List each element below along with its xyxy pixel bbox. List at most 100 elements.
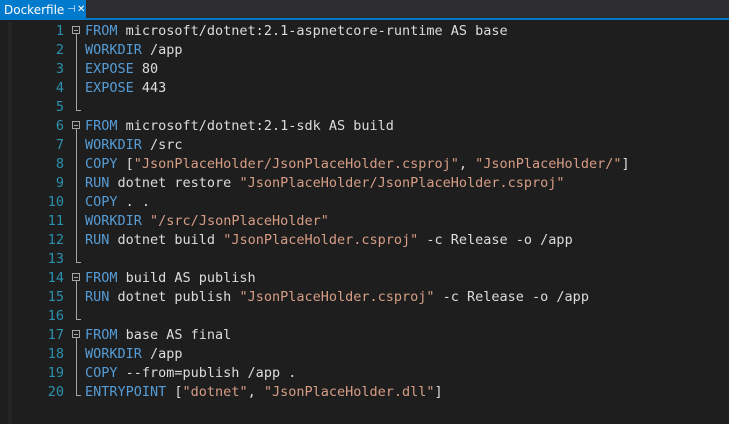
keyword-token: RUN bbox=[85, 175, 110, 191]
line-number: 11 bbox=[47, 213, 64, 229]
keyword-token: WORKDIR bbox=[85, 213, 142, 229]
text-token: [ bbox=[166, 384, 183, 400]
outline-guide bbox=[76, 212, 77, 231]
code-line[interactable]: 3 EXPOSE 80 bbox=[0, 60, 729, 79]
collapse-icon[interactable] bbox=[72, 330, 80, 338]
text-token: base AS final bbox=[117, 327, 232, 343]
code-text: COPY --from=publish /app . bbox=[85, 364, 296, 383]
outline-guide bbox=[76, 136, 77, 155]
keyword-token: ENTRYPOINT bbox=[85, 384, 167, 400]
collapse-icon[interactable] bbox=[72, 273, 80, 281]
text-token: /src bbox=[141, 137, 183, 153]
outline-guide bbox=[76, 345, 77, 364]
keyword-token: RUN bbox=[85, 232, 110, 248]
keyword-token: COPY bbox=[85, 194, 118, 210]
code-text: EXPOSE 80 bbox=[85, 60, 158, 79]
code-line[interactable]: 4 EXPOSE 443 bbox=[0, 79, 729, 98]
line-number: 12 bbox=[47, 232, 64, 248]
line-number: 4 bbox=[55, 80, 64, 96]
outline-guide-end bbox=[76, 319, 81, 320]
keyword-token: EXPOSE bbox=[85, 80, 134, 96]
outline-guide bbox=[76, 129, 77, 136]
text-token: , bbox=[247, 384, 264, 400]
line-number: 1 bbox=[55, 23, 64, 39]
outline-guide bbox=[76, 288, 77, 307]
text-token: --from=publish /app . bbox=[117, 365, 297, 381]
code-line[interactable]: 17 FROM base AS final bbox=[0, 326, 729, 345]
outline-guide bbox=[76, 307, 77, 319]
tab-dockerfile[interactable]: Dockerfile ⊣ ✕ bbox=[0, 0, 86, 20]
line-number: 10 bbox=[47, 194, 64, 210]
outline-guide bbox=[76, 364, 77, 383]
outline-guide-end bbox=[76, 110, 81, 111]
line-number: 9 bbox=[55, 175, 64, 191]
string-token: "JsonPlaceHolder/" bbox=[475, 156, 622, 172]
code-text: FROM microsoft/dotnet:2.1-sdk AS build bbox=[85, 117, 394, 136]
code-text: WORKDIR /src bbox=[85, 136, 183, 155]
line-number: 5 bbox=[55, 99, 64, 115]
code-line[interactable]: 14 FROM build AS publish bbox=[0, 269, 729, 288]
line-number: 6 bbox=[55, 118, 64, 134]
code-editor[interactable]: 1 FROM microsoft/dotnet:2.1-aspnetcore-ru… bbox=[0, 22, 729, 424]
string-token: "JsonPlaceHolder.csproj" bbox=[239, 289, 435, 305]
text-token: microsoft/dotnet:2.1-sdk AS build bbox=[117, 118, 394, 134]
keyword-token: WORKDIR bbox=[85, 346, 142, 362]
code-line[interactable]: 8 COPY ["JsonPlaceHolder/JsonPlaceHolder.… bbox=[0, 155, 729, 174]
tab-title: Dockerfile bbox=[4, 3, 65, 17]
outline-guide bbox=[76, 250, 77, 262]
code-line[interactable]: 6 FROM microsoft/dotnet:2.1-sdk AS build bbox=[0, 117, 729, 136]
code-line[interactable]: 7 WORKDIR /src bbox=[0, 136, 729, 155]
outline-guide-end bbox=[76, 395, 81, 396]
text-token: , bbox=[458, 156, 476, 172]
code-text: FROM microsoft/dotnet:2.1-aspnetcore-run… bbox=[85, 22, 508, 41]
text-token: ] bbox=[434, 384, 443, 400]
outline-guide bbox=[76, 174, 77, 193]
code-text: EXPOSE 443 bbox=[85, 79, 166, 98]
line-number: 3 bbox=[55, 61, 64, 77]
text-token: dotnet restore bbox=[109, 175, 240, 191]
code-line[interactable]: 18 WORKDIR /app bbox=[0, 345, 729, 364]
collapse-icon[interactable] bbox=[72, 121, 80, 129]
pin-icon[interactable]: ⊣ bbox=[67, 0, 77, 20]
code-text: ENTRYPOINT ["dotnet", "JsonPlaceHolder.d… bbox=[85, 383, 443, 402]
line-number: 8 bbox=[55, 156, 64, 172]
string-token: "JsonPlaceHolder.csproj" bbox=[223, 232, 419, 248]
keyword-token: FROM bbox=[85, 327, 118, 343]
outline-guide bbox=[76, 60, 77, 79]
code-line[interactable]: 1 FROM microsoft/dotnet:2.1-aspnetcore-ru… bbox=[0, 22, 729, 41]
code-text: WORKDIR "/src/JsonPlaceHolder" bbox=[85, 212, 329, 231]
line-number: 13 bbox=[47, 251, 64, 267]
code-line[interactable]: 10 COPY . . bbox=[0, 193, 729, 212]
code-line[interactable]: 9 RUN dotnet restore "JsonPlaceHolder/Jso… bbox=[0, 174, 729, 193]
text-token: 443 bbox=[133, 80, 167, 96]
code-text: COPY . . bbox=[85, 193, 150, 212]
code-text: RUN dotnet publish "JsonPlaceHolder.cspr… bbox=[85, 288, 589, 307]
close-icon[interactable]: ✕ bbox=[77, 0, 86, 20]
collapse-icon[interactable] bbox=[72, 26, 80, 34]
document-tab-bar: Dockerfile ⊣ ✕ bbox=[0, 0, 729, 20]
code-line[interactable]: 20 ENTRYPOINT ["dotnet", "JsonPlaceHolder… bbox=[0, 383, 729, 402]
code-line[interactable]: 16 bbox=[0, 307, 729, 326]
text-token: -c Release -o /app bbox=[434, 289, 589, 305]
code-line[interactable]: 5 bbox=[0, 98, 729, 117]
code-line[interactable]: 2 WORKDIR /app bbox=[0, 41, 729, 60]
string-token: "JsonPlaceHolder/JsonPlaceHolder.csproj" bbox=[239, 175, 565, 191]
code-text: RUN dotnet restore "JsonPlaceHolder/Json… bbox=[85, 174, 565, 193]
outline-guide bbox=[76, 383, 77, 395]
keyword-token: EXPOSE bbox=[85, 61, 134, 77]
code-line[interactable]: 13 bbox=[0, 250, 729, 269]
code-line[interactable]: 15 RUN dotnet publish "JsonPlaceHolder.cs… bbox=[0, 288, 729, 307]
text-token: . . bbox=[117, 194, 151, 210]
string-token: "JsonPlaceHolder/JsonPlaceHolder.csproj" bbox=[133, 156, 459, 172]
outline-guide bbox=[76, 281, 77, 288]
text-token: /app bbox=[141, 42, 183, 58]
outline-guide bbox=[76, 231, 77, 250]
outline-guide bbox=[76, 193, 77, 212]
keyword-token: FROM bbox=[85, 23, 118, 39]
outline-guide bbox=[76, 155, 77, 174]
keyword-token: RUN bbox=[85, 289, 110, 305]
code-line[interactable]: 12 RUN dotnet build "JsonPlaceHolder.cspr… bbox=[0, 231, 729, 250]
code-line[interactable]: 11 WORKDIR "/src/JsonPlaceHolder" bbox=[0, 212, 729, 231]
text-token: -c Release -o /app bbox=[418, 232, 573, 248]
code-line[interactable]: 19 COPY --from=publish /app . bbox=[0, 364, 729, 383]
